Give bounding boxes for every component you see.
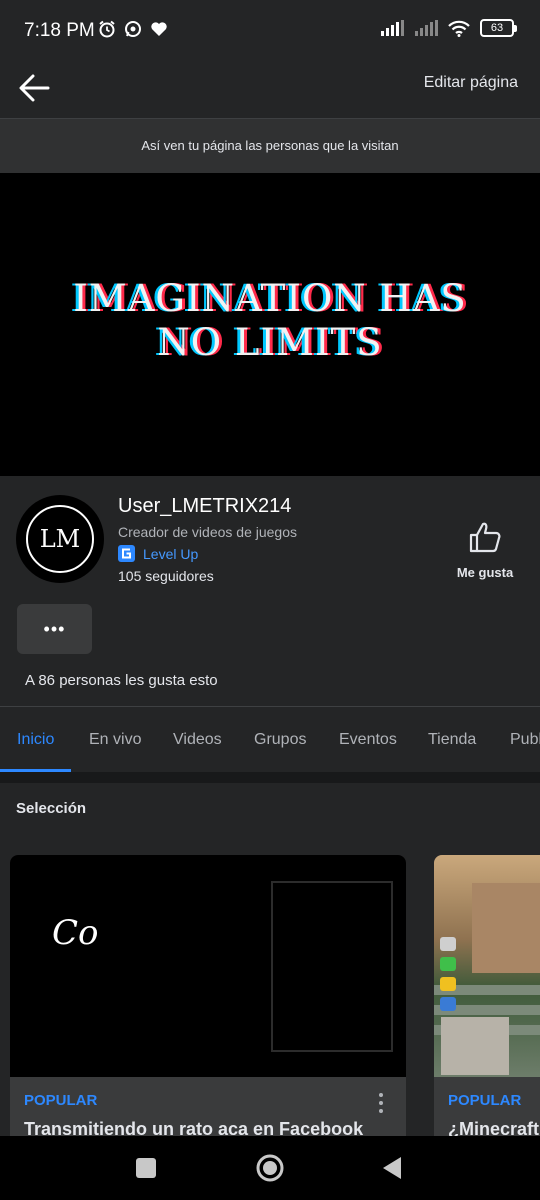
system-nav-bar <box>0 1136 540 1200</box>
back-button[interactable] <box>14 66 54 110</box>
game-hud <box>440 937 456 1027</box>
avatar-monogram: LM <box>26 505 94 573</box>
cover-text: IMAGINATION HAS NO LIMITS <box>0 277 540 365</box>
hud-icon <box>440 977 456 991</box>
thumbnail-text: Co <box>52 913 99 953</box>
recents-button[interactable] <box>128 1150 164 1186</box>
thumbnail-frame <box>271 881 393 1052</box>
circle-icon <box>256 1154 284 1182</box>
tab-publicaciones[interactable]: Publ <box>510 731 540 749</box>
video-card[interactable]: POPULAR ¿Minecraft <box>434 855 540 1136</box>
app-bar: Editar página <box>0 60 540 118</box>
settings-icon <box>440 937 456 951</box>
video-thumbnail[interactable]: Co <box>10 855 406 1077</box>
wifi-icon <box>448 20 470 37</box>
tab-eventos[interactable]: Eventos <box>339 731 397 749</box>
battery-icon: 63 <box>480 19 517 37</box>
like-button[interactable]: Me gusta <box>448 520 522 580</box>
arrow-left-icon <box>19 74 50 102</box>
hud-icon <box>440 957 456 971</box>
notification-icons <box>98 20 168 38</box>
gaming-level-icon <box>118 545 135 562</box>
avatar[interactable]: LM <box>16 495 104 583</box>
signal-icon <box>381 20 404 36</box>
tab-inicio[interactable]: Inicio <box>17 731 54 749</box>
game-scene <box>472 883 540 973</box>
alarm-icon <box>99 20 115 38</box>
cover-line-2: NO LIMITS <box>157 321 383 364</box>
page-category: Creador de videos de juegos <box>118 524 298 540</box>
status-bar: 7:18 PM 63 <box>0 0 540 60</box>
back-nav-button[interactable] <box>374 1150 410 1186</box>
whatsapp-icon <box>125 21 141 37</box>
card-title[interactable]: ¿Minecraft <box>448 1119 539 1136</box>
home-button[interactable] <box>252 1150 288 1186</box>
tab-en-vivo[interactable]: En vivo <box>89 731 141 749</box>
card-menu-button[interactable] <box>372 1091 390 1115</box>
like-label: Me gusta <box>456 565 514 580</box>
video-thumbnail[interactable] <box>434 855 540 1077</box>
thumbs-up-icon <box>469 522 501 553</box>
profile-header: LM User_LMETRIX214 Creador de videos de … <box>0 476 540 706</box>
tab-grupos[interactable]: Grupos <box>254 731 306 749</box>
dot-icon <box>379 1101 383 1105</box>
dot-icon <box>379 1093 383 1097</box>
card-tag: POPULAR <box>24 1092 98 1109</box>
heart-icon <box>151 22 167 36</box>
cover-photo[interactable]: IMAGINATION HAS NO LIMITS <box>0 173 540 476</box>
edit-page-button[interactable]: Editar página <box>424 74 518 92</box>
section-title: Selección <box>16 800 87 817</box>
signal-2-icon <box>415 20 438 36</box>
status-time: 7:18 PM <box>24 20 95 41</box>
webcam-overlay <box>441 1017 509 1075</box>
tab-tienda[interactable]: Tienda <box>428 731 476 749</box>
likes-count: A 86 personas les gusta esto <box>25 672 218 689</box>
card-title[interactable]: Transmitiendo un rato aca en Facebook <box>24 1119 363 1136</box>
tab-videos[interactable]: Videos <box>173 731 222 749</box>
level-badge[interactable]: Level Up <box>118 545 198 562</box>
triangle-back-icon <box>383 1157 401 1179</box>
square-icon <box>136 1158 156 1178</box>
eye-icon <box>440 997 456 1011</box>
preview-banner: Así ven tu página las personas que la vi… <box>0 118 540 173</box>
dot-icon <box>379 1109 383 1113</box>
featured-section: Selección Co POPULAR Transmitiendo un ra… <box>0 783 540 1136</box>
system-icons: 63 <box>380 19 517 37</box>
cover-line-1: IMAGINATION HAS <box>73 277 467 320</box>
active-tab-indicator <box>0 769 71 772</box>
video-card[interactable]: Co POPULAR Transmitiendo un rato aca en … <box>10 855 406 1136</box>
card-tag: POPULAR <box>448 1092 522 1109</box>
page-tabs: Inicio En vivo Videos Grupos Eventos Tie… <box>0 706 540 772</box>
followers-count[interactable]: 105 seguidores <box>118 568 214 584</box>
more-options-button[interactable]: ••• <box>17 604 92 654</box>
level-label: Level Up <box>143 545 199 562</box>
page-name[interactable]: User_LMETRIX214 <box>118 495 291 518</box>
